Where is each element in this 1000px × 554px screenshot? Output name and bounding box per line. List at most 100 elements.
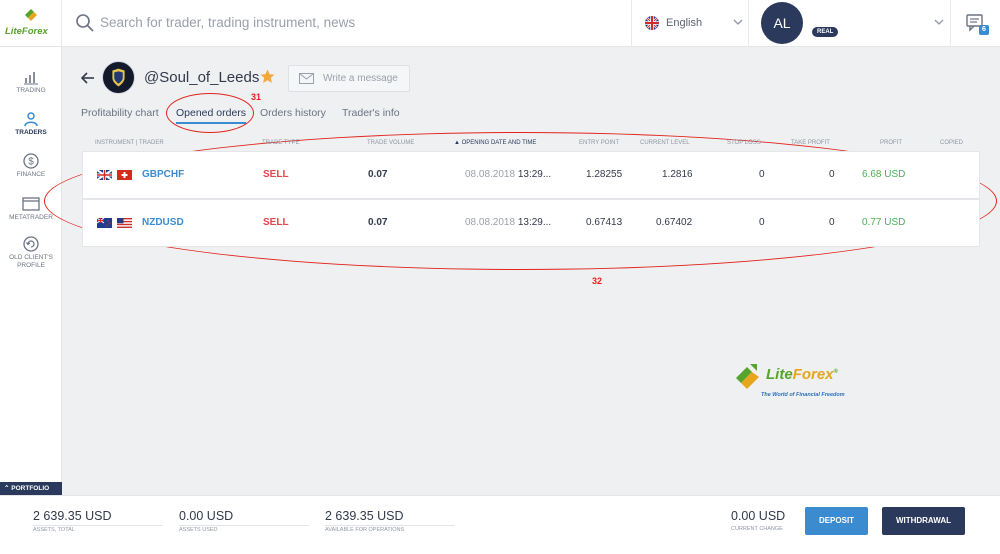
entry-point-cell: 0.67413 xyxy=(586,217,623,228)
col-trade-type[interactable]: TRADE TYPE xyxy=(262,140,300,146)
registered-mark: ® xyxy=(833,369,838,375)
usa-flag-icon xyxy=(117,218,132,228)
sidebar-item-label: TRADERS xyxy=(15,129,47,136)
col-stop-loss[interactable]: STOP LOSS xyxy=(727,140,761,146)
trade-volume-cell: 0.07 xyxy=(368,169,388,180)
chart-icon xyxy=(24,72,38,85)
refresh-icon xyxy=(23,236,39,252)
col-copied[interactable]: COPIED xyxy=(940,140,963,146)
col-current-level[interactable]: CURRENT LEVEL xyxy=(640,140,690,146)
col-instrument[interactable]: INSTRUMENT | TRADER xyxy=(95,140,164,146)
top-bar: LiteForex Search for trader, trading ins… xyxy=(0,0,1000,47)
date-value: 08.08.2018 xyxy=(465,217,516,228)
assets-total: 2 639.35 USD ASSETS, TOTAL xyxy=(33,509,163,533)
sidebar-item-traders[interactable]: TRADERS xyxy=(0,111,62,151)
sidebar-item-label: OLD CLIENT'S PROFILE xyxy=(9,254,53,269)
instrument-cell[interactable]: GBPCHF xyxy=(142,169,184,180)
liteforex-logo-mark xyxy=(25,9,37,21)
tab-orders-history[interactable]: Orders history xyxy=(260,107,326,119)
assets-used-label: ASSETS USED xyxy=(179,525,309,533)
favorite-star-icon[interactable] xyxy=(260,69,275,84)
assets-used: 0.00 USD ASSETS USED xyxy=(179,509,309,533)
instrument-cell[interactable]: NZDUSD xyxy=(142,217,184,228)
col-profit[interactable]: PROFIT xyxy=(880,140,902,146)
current-change-value: 0.00 USD xyxy=(731,509,786,523)
trade-type-cell: SELL xyxy=(263,217,289,228)
col-opening-date[interactable]: ▲ OPENING DATE AND TIME xyxy=(454,140,536,146)
col-entry-point[interactable]: ENTRY POINT xyxy=(579,140,619,146)
avatar[interactable]: AL xyxy=(761,2,803,44)
liteforex-logo[interactable]: LiteForex xyxy=(0,0,62,47)
sidebar-item-label: TRADING xyxy=(16,87,46,94)
time-value: 13:29... xyxy=(517,169,552,180)
liteforex-watermark-logo: LiteForex® The World of Financial Freedo… xyxy=(733,361,863,403)
available-value: 2 639.35 USD xyxy=(325,509,404,523)
annotation-number-table: 32 xyxy=(592,276,603,286)
tab-traders-info[interactable]: Trader's info xyxy=(342,107,400,119)
portfolio-tab[interactable]: ⌃ PORTFOLIO xyxy=(0,482,62,495)
take-profit-cell: 0 xyxy=(829,169,835,180)
search-icon xyxy=(76,14,94,32)
liteforex-logo-mark xyxy=(736,364,759,389)
switzerland-flag-icon xyxy=(117,170,132,180)
annotation-number-tab: 31 xyxy=(251,92,262,102)
take-profit-cell: 0 xyxy=(829,217,835,228)
watermark-brand-forex: Forex xyxy=(792,366,834,383)
trader-name: @Soul_of_Leeds xyxy=(144,69,260,86)
watermark-brand-lite: Lite xyxy=(766,366,793,383)
search-input[interactable]: Search for trader, trading instrument, n… xyxy=(100,15,355,30)
uk-flag-icon xyxy=(645,16,659,30)
assets-used-value: 0.00 USD xyxy=(179,509,234,523)
portfolio-label: PORTFOLIO xyxy=(11,485,50,492)
uk-flag-icon xyxy=(97,170,112,180)
current-change-label: CURRENT CHANGE xyxy=(731,526,783,532)
opening-date-cell: 08.08.2018 13:29... xyxy=(465,217,551,228)
sidebar-item-old-profile[interactable]: OLD CLIENT'S PROFILE xyxy=(0,236,62,276)
watermark-tagline: The World of Financial Freedom xyxy=(761,392,845,398)
sidebar-item-trading[interactable]: TRADING xyxy=(0,69,62,109)
language-selector[interactable]: English xyxy=(631,0,749,47)
available-for-operations: 2 639.35 USD AVAILABLE FOR OPERATIONS xyxy=(325,509,455,533)
logo-wordmark: LiteForex xyxy=(5,26,48,37)
new-zealand-flag-icon xyxy=(97,218,112,228)
profit-cell: 0.77 USD xyxy=(862,217,906,228)
envelope-icon xyxy=(299,73,314,84)
table-row[interactable]: NZDUSD SELL 0.07 08.08.2018 13:29... 0.6… xyxy=(82,199,980,247)
deposit-button[interactable]: DEPOSIT xyxy=(805,507,868,535)
chevron-down-icon xyxy=(733,19,743,25)
language-label: English xyxy=(666,17,703,29)
main-content: @Soul_of_Leeds Write a message Profitabi… xyxy=(44,47,1000,494)
back-arrow-icon[interactable] xyxy=(81,71,95,85)
write-message-label: Write a message xyxy=(323,73,398,84)
stop-loss-cell: 0 xyxy=(759,217,765,228)
stop-loss-cell: 0 xyxy=(759,169,765,180)
withdrawal-button[interactable]: WITHDRAWAL xyxy=(882,507,965,535)
chevron-down-icon xyxy=(934,19,944,25)
trade-type-cell: SELL xyxy=(263,169,289,180)
account-type-badge: REAL xyxy=(812,27,839,37)
current-change: 0.00 USD CURRENT CHANGE xyxy=(731,509,793,532)
date-value: 08.08.2018 xyxy=(465,169,516,180)
watermark-brand: LiteForex® xyxy=(766,366,838,383)
assets-total-label: ASSETS, TOTAL xyxy=(33,525,163,533)
messages-count-badge: 6 xyxy=(979,25,989,35)
user-menu[interactable]: AL REAL xyxy=(750,0,950,47)
time-value: 13:29... xyxy=(517,217,552,228)
write-message-button[interactable]: Write a message xyxy=(288,65,410,92)
dollar-icon: $ xyxy=(23,153,39,169)
sort-indicator: ▲ xyxy=(454,140,460,146)
assets-total-value: 2 639.35 USD xyxy=(33,509,112,523)
current-level-cell: 1.2816 xyxy=(662,169,693,180)
sidebar: TRADING TRADERS $ FINANCE METATRADER OLD… xyxy=(0,47,62,494)
search-bar[interactable]: Search for trader, trading instrument, n… xyxy=(62,0,632,47)
tab-profitability-chart[interactable]: Profitability chart xyxy=(81,107,159,119)
table-header: INSTRUMENT | TRADER TRADE TYPE TRADE VOL… xyxy=(82,137,980,151)
sidebar-item-label: METATRADER xyxy=(9,214,53,221)
col-trade-volume[interactable]: TRADE VOLUME xyxy=(367,140,414,146)
annotation-ellipse-tab xyxy=(166,93,254,133)
current-level-cell: 0.67402 xyxy=(656,217,693,228)
trade-volume-cell: 0.07 xyxy=(368,217,388,228)
table-row[interactable]: GBPCHF SELL 0.07 08.08.2018 13:29... 1.2… xyxy=(82,151,980,199)
col-take-profit[interactable]: TAKE PROFIT xyxy=(791,140,830,146)
messages-button[interactable]: 6 xyxy=(950,0,1000,47)
